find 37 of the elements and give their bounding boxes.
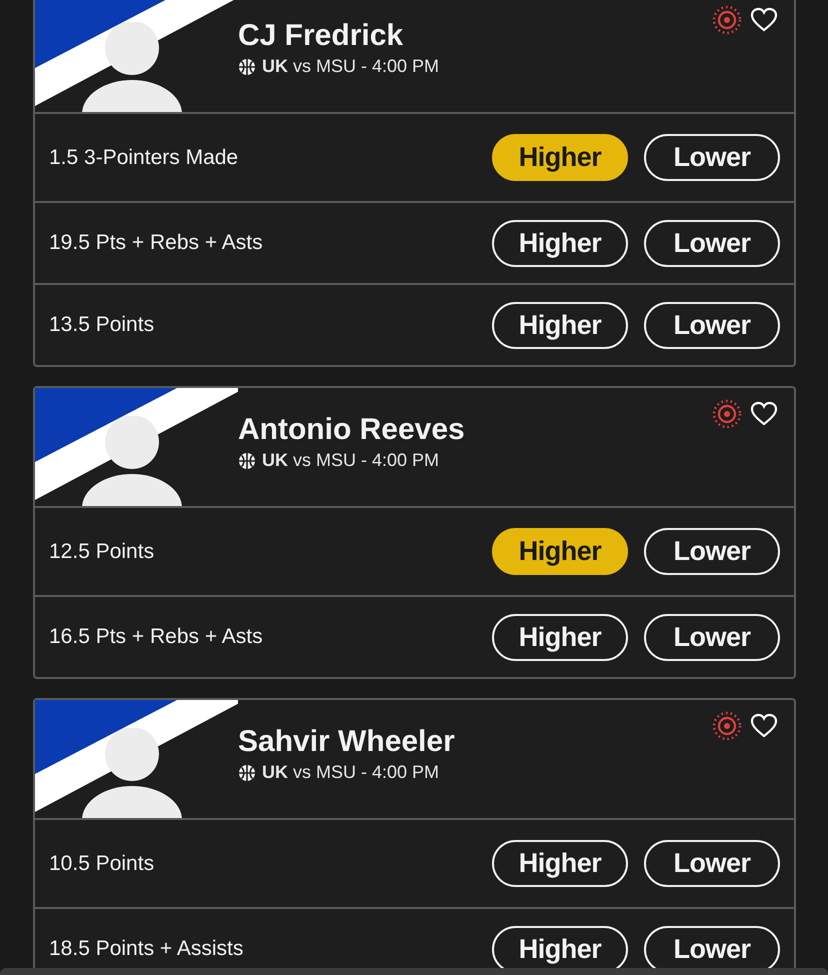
prop-label: 18.5 Points + Assists bbox=[49, 937, 244, 961]
pick-button[interactable]: Lower bbox=[644, 614, 780, 660]
prop-label: 12.5 Points bbox=[49, 540, 154, 564]
prop-label: 19.5 Pts + Rebs + Asts bbox=[49, 231, 263, 255]
heart-icon[interactable] bbox=[750, 7, 778, 33]
pick-button[interactable]: Lower bbox=[644, 220, 780, 266]
pick-button[interactable]: Higher bbox=[492, 134, 628, 181]
target-icon[interactable] bbox=[712, 399, 742, 429]
game-info: UK vs MSU - 4:00 PM bbox=[262, 450, 440, 471]
player-name: CJ Fredrick bbox=[238, 18, 404, 54]
game-info: UK vs MSU - 4:00 PM bbox=[262, 56, 440, 77]
pick-button[interactable]: Lower bbox=[644, 528, 780, 575]
basketball-icon bbox=[238, 58, 256, 76]
prop-label: 13.5 Points bbox=[49, 313, 154, 337]
target-icon[interactable] bbox=[712, 5, 742, 35]
heart-icon[interactable] bbox=[750, 713, 778, 739]
player-name: Antonio Reeves bbox=[238, 412, 466, 448]
prop-label: 10.5 Points bbox=[49, 852, 154, 876]
basketball-icon bbox=[238, 452, 256, 470]
basketball-icon bbox=[238, 764, 256, 782]
player-avatar-icon bbox=[80, 416, 184, 506]
player-avatar-icon bbox=[80, 22, 184, 112]
game-info: UK vs MSU - 4:00 PM bbox=[262, 762, 440, 783]
pick-button[interactable]: Higher bbox=[492, 840, 628, 887]
pick-button[interactable]: Higher bbox=[492, 302, 628, 348]
player-name: Sahvir Wheeler bbox=[238, 724, 456, 760]
pick-button[interactable]: Higher bbox=[492, 528, 628, 575]
prop-label: 16.5 Pts + Rebs + Asts bbox=[49, 625, 263, 649]
target-icon[interactable] bbox=[712, 711, 742, 741]
pick-button[interactable]: Lower bbox=[644, 134, 780, 181]
player-avatar-icon bbox=[80, 728, 184, 818]
pick-button[interactable]: Lower bbox=[644, 302, 780, 348]
pick-button[interactable]: Higher bbox=[492, 220, 628, 266]
prop-label: 1.5 3-Pointers Made bbox=[49, 146, 238, 170]
heart-icon[interactable] bbox=[750, 401, 778, 427]
pick-button[interactable]: Higher bbox=[492, 614, 628, 660]
pick-button[interactable]: Lower bbox=[644, 840, 780, 887]
